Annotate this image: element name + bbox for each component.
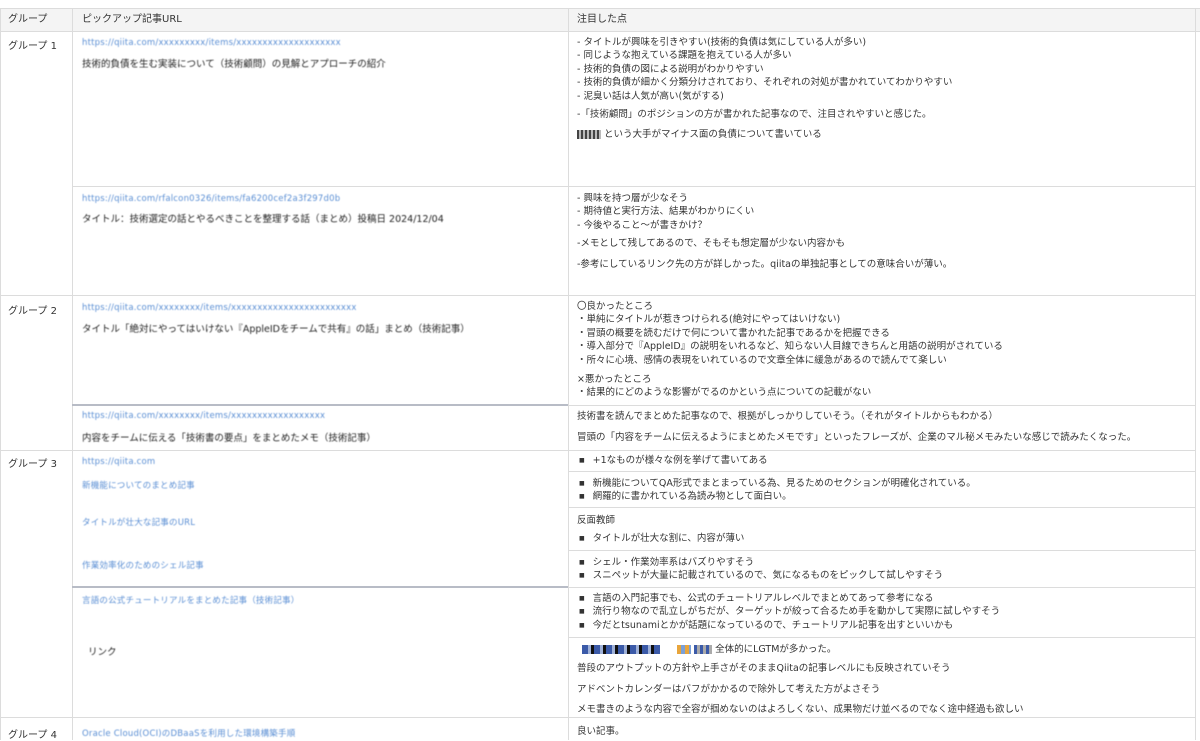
note-line: -「技術顧問」のポジションの方が書かれた記事なので、注目されやすいと感じた。 — [577, 109, 932, 120]
article-link[interactable]: 新機能についてのまとめ記事 — [82, 479, 195, 491]
table-header: グループ ピックアップ記事URL 注目した点 — [0, 8, 1200, 32]
bullet-item: 今だとtsunamiとかが話題になっているので、チュートリアル記事を出すといいか… — [577, 619, 1000, 632]
article-link[interactable]: タイトルが壮大な記事のURL — [82, 516, 195, 528]
note-line: 普段のアウトプットの方針や上手さがそのままQiitaの記事レベルにも反映されてい… — [577, 663, 951, 674]
group-label-1: グループ 1 — [8, 41, 57, 52]
note-line: ・所々に心境、感情の表現をいれているので文章全体に緩急があるので読んでて楽しい — [577, 354, 947, 366]
note-redacted-line: 全体的にLGTMが多かった。 — [582, 643, 836, 656]
note-line: - 同じような抱えている課題を抱えている人が多い — [577, 50, 792, 62]
article-title: タイトル「絶対にやってはいけない『AppleIDをチームで共有』の話」まとめ（技… — [82, 324, 470, 335]
redacted-block — [694, 645, 713, 654]
note-line: -メモとして残してあるので、そもそも想定層が少ない内容かも — [577, 238, 846, 249]
article-title: タイトル：技術選定の話とやるべきことを整理する話（まとめ）投稿日 2024/12… — [82, 214, 444, 225]
col-divider — [72, 8, 73, 740]
note-heading: 反面教師 — [577, 515, 616, 526]
note-line: -参考にしているリンク先の方が詳しかった。qiitaの単独記事としての意味合いが… — [577, 259, 953, 270]
note-text: という大手がマイナス面の負債について書いている — [604, 129, 822, 140]
note-redacted-line: という大手がマイナス面の負債について書いている — [577, 128, 822, 141]
article-link[interactable]: https://qiita.com/xxxxxxxx/items/xxxxxxx… — [82, 411, 325, 421]
note-line: アドベントカレンダーはバフがかかるので除外して考えた方がよさそう — [577, 684, 881, 695]
col-divider — [568, 8, 569, 740]
note-line: ・単純にタイトルが惹きつけられる(絶対にやってはいけない) — [577, 314, 841, 326]
bullet-item: シェル・作業効率系はバズりやすそう — [577, 556, 943, 569]
bullet-list: 新機能についてQA形式でまとまっている為、見るためのセクションが明確化されている… — [577, 477, 976, 504]
note-line: ・冒頭の概要を読むだけで何について書かれた記事であるかを把握できる — [577, 327, 890, 339]
row-divider — [72, 586, 568, 588]
bullet-item: タイトルが壮大な割に、内容が薄い — [577, 532, 745, 545]
row-divider — [568, 587, 1196, 588]
note-line: - 泥臭い話は人気が高い(気がする) — [577, 90, 724, 102]
row-divider — [568, 637, 1196, 638]
article-title: 内容をチームに伝える「技術書の要点」をまとめたメモ（技術記事） — [82, 433, 376, 444]
note-line: - 興味を持つ層が少なそう — [577, 193, 688, 204]
row-divider — [0, 295, 1196, 296]
row-divider — [568, 405, 1196, 406]
row-divider — [72, 404, 568, 406]
bullet-item: 新機能についてQA形式でまとまっている為、見るためのセクションが明確化されている… — [577, 477, 976, 490]
article-link[interactable]: 作業効率化のためのシェル記事 — [82, 559, 204, 571]
article-link[interactable]: https://qiita.com — [82, 457, 155, 467]
note-line: - タイトルが興味を引きやすい(技術的負債は気にしている人が多い) — [577, 37, 867, 48]
note-line: ・導入部分で『AppleID』の説明をいれるなど、知らない人目線できちんと用語の… — [577, 341, 1003, 353]
notes-list: 〇良かったところ ・単純にタイトルが惹きつけられる(絶対にやってはいけない) ・… — [577, 300, 1003, 367]
bullet-list: シェル・作業効率系はバズりやすそう スニペットが大量に記載されているので、気にな… — [577, 556, 943, 583]
row-divider — [568, 471, 1196, 472]
note-line: ・結果的にどのような影響がでるのかという点についての記載がない — [577, 387, 872, 399]
note-line: 冒頭の「内容をチームに伝えるようにまとめたメモです」といったフレーズが、企業のマ… — [577, 432, 1137, 443]
row-divider — [0, 450, 1196, 451]
header-url: ピックアップ記事URL — [82, 14, 182, 25]
row-divider — [568, 550, 1196, 551]
bullet-list: タイトルが壮大な割に、内容が薄い — [577, 532, 745, 545]
bullet-item: スニペットが大量に記載されているので、気になるものをピックして試しやすそう — [577, 569, 943, 582]
article-link[interactable]: https://qiita.com/xxxxxxxxx/items/xxxxxx… — [82, 38, 341, 48]
article-link[interactable]: Oracle Cloud(OCI)のDBaaSを利用した環境構築手順 — [82, 727, 295, 739]
notes-list: - タイトルが興味を引きやすい(技術的負債は気にしている人が多い) - 同じよう… — [577, 36, 952, 103]
group-label-4: グループ 4 — [8, 730, 57, 741]
notes-list: - 興味を持つ層が少なそう - 期待値と実行方法、結果がわかりにくい - 今後や… — [577, 192, 754, 232]
bullet-item: 網羅的に書かれている為読み物として面白い。 — [577, 490, 976, 503]
row-divider — [568, 507, 1196, 508]
header-notes: 注目した点 — [577, 14, 627, 25]
note-line: - 今後やること～が書きかけ？ — [577, 219, 707, 231]
article-title: 技術的負債を生む実装について（技術顧問）の見解とアプローチの紹介 — [82, 59, 386, 70]
note-line: 技術書を読んでまとめた記事なので、根拠がしっかりしていそう。（それがタイトルから… — [577, 411, 999, 422]
redacted-block — [582, 645, 660, 654]
spreadsheet-table: グループ ピックアップ記事URL 注目した点 グループ 1 グループ 2 グルー… — [0, 0, 1200, 741]
bullet-list: +1なものが様々な例を挙げて書いてある — [577, 454, 768, 467]
group-label-3: グループ 3 — [8, 459, 57, 470]
article-link[interactable]: 言語の公式チュートリアルをまとめた記事（技術記事） — [82, 594, 299, 606]
bullet-list: 言語の入門記事でも、公式のチュートリアルレベルでまとめてあって参考になる 流行り… — [577, 592, 1000, 632]
row-divider — [72, 186, 1196, 187]
bullet-item: 言語の入門記事でも、公式のチュートリアルレベルでまとめてあって参考になる — [577, 592, 1000, 605]
redacted-block — [577, 130, 601, 139]
note-text: 全体的にLGTMが多かった。 — [715, 644, 837, 655]
article-title: リンク — [88, 647, 117, 658]
redacted-block — [677, 645, 692, 654]
note-line: - 期待値と実行方法、結果がわかりにくい — [577, 206, 755, 218]
row-divider — [0, 717, 1196, 718]
bullet-item: 流行り物なので乱立しがちだが、ターゲットが絞って合るため手を動かして実際に試しや… — [577, 605, 1000, 618]
note-heading: ×悪かったところ — [577, 374, 652, 385]
article-link[interactable]: https://qiita.com/xxxxxxxx/items/xxxxxxx… — [82, 303, 357, 313]
col-divider — [1195, 8, 1196, 740]
notes-list: ×悪かったところ ・結果的にどのような影響がでるのかという点についての記載がない — [577, 373, 871, 400]
bullet-item: +1なものが様々な例を挙げて書いてある — [577, 454, 768, 467]
note-line: メモ書きのような内容で全容が掴めないのはよろしくない、成果物だけ並べるのでなく途… — [577, 704, 1024, 715]
col-divider — [0, 8, 1, 740]
note-line: - 技術的負債が細かく分類分けされており、それぞれの対処が書かれていてわかりやす… — [577, 77, 953, 89]
note-line: - 技術的負債の図による説明がわかりやすい — [577, 63, 764, 75]
group-label-2: グループ 2 — [8, 306, 57, 317]
article-link[interactable]: https://qiita.com/rfalcon0326/items/fa62… — [82, 194, 340, 204]
note-line: 良い記事。 — [577, 726, 625, 737]
header-group: グループ — [8, 14, 48, 25]
note-heading: 〇良かったところ — [577, 301, 654, 312]
